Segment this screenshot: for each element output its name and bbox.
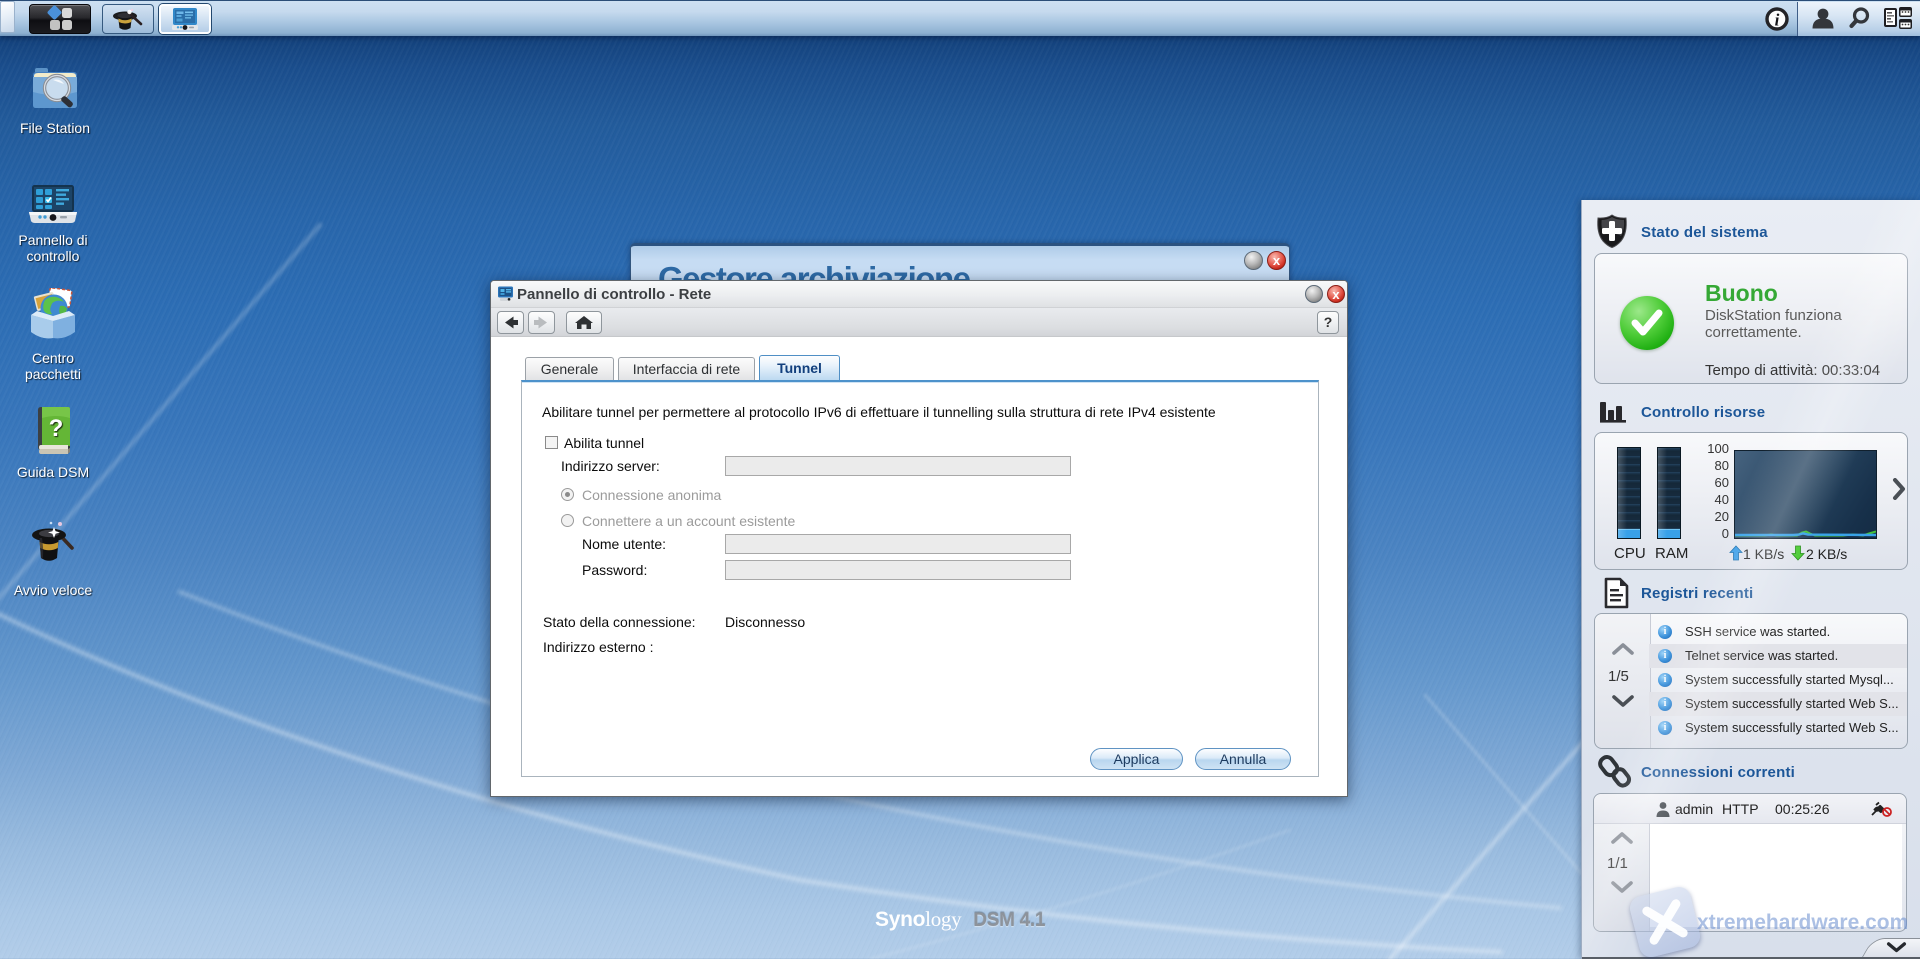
svg-text:?: ? <box>49 415 64 442</box>
svg-text:i: i <box>1775 11 1780 30</box>
